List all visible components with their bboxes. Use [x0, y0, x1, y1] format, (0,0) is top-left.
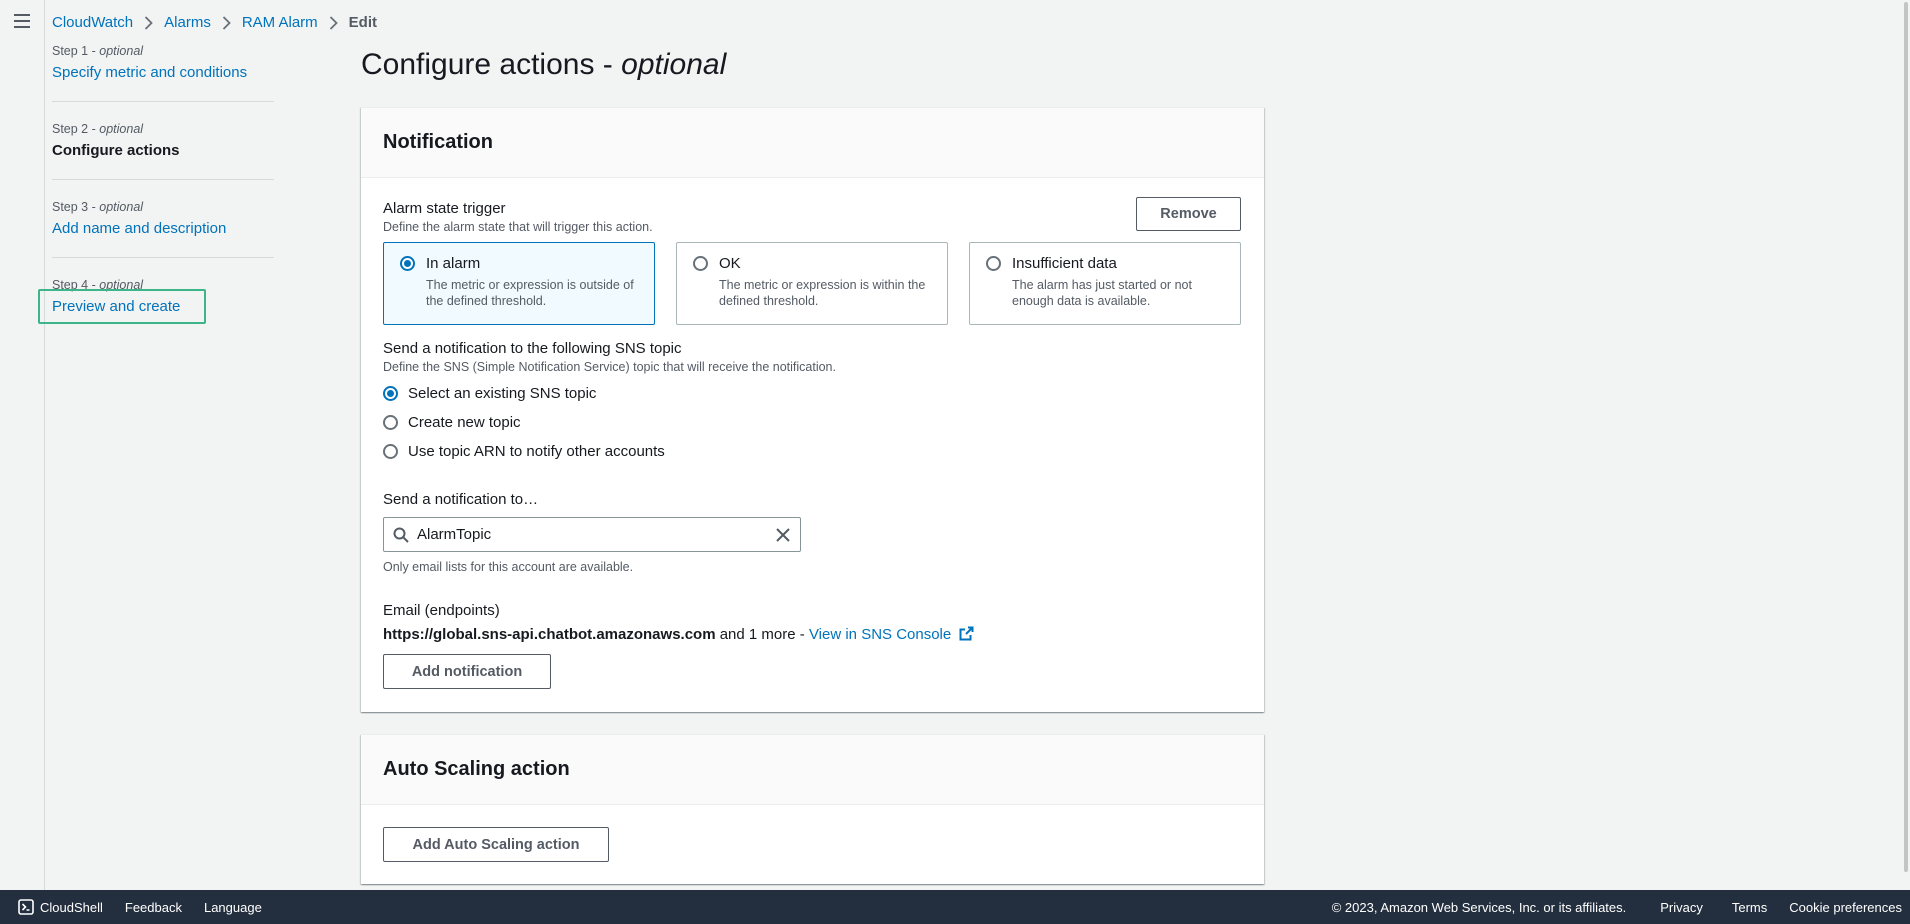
step-link-specify-metric[interactable]: Specify metric and conditions — [52, 64, 247, 81]
clear-icon[interactable] — [776, 527, 790, 542]
tile-insufficient-data[interactable]: Insufficient data The alarm has just sta… — [969, 242, 1241, 325]
sns-heading: Send a notification to the following SNS… — [383, 340, 836, 374]
remove-button[interactable]: Remove — [1136, 197, 1241, 231]
breadcrumb: CloudWatch Alarms RAM Alarm Edit — [52, 14, 377, 31]
breadcrumb-cloudwatch[interactable]: CloudWatch — [52, 14, 133, 31]
cookie-preferences-link[interactable]: Cookie preferences — [1789, 900, 1902, 915]
tile-description: The alarm has just started or not enough… — [1012, 278, 1192, 308]
tile-ok[interactable]: OK The metric or expression is within th… — [676, 242, 948, 325]
sns-option-arn[interactable]: Use topic ARN to notify other accounts — [383, 443, 665, 460]
privacy-link[interactable]: Privacy — [1660, 900, 1703, 915]
copyright: © 2023, Amazon Web Services, Inc. or its… — [1331, 899, 1627, 915]
step-number: Step 1 - optional — [52, 44, 144, 58]
terms-link[interactable]: Terms — [1732, 900, 1767, 915]
radio-icon — [986, 256, 1001, 271]
topic-search-input[interactable] — [417, 526, 776, 543]
search-hint: Only email lists for this account are av… — [383, 560, 634, 574]
search-icon — [393, 527, 409, 543]
page-title: Configure actions - optional — [361, 48, 727, 81]
sns-option-existing[interactable]: Select an existing SNS topic — [383, 385, 596, 402]
step-number: Step 3 - optional — [52, 200, 144, 214]
step-2: Step 2 - optional Configure actions — [52, 122, 274, 180]
add-notification-button[interactable]: Add notification — [383, 654, 551, 689]
wizard-steps: Step 1 - optional Specify metric and con… — [38, 44, 274, 355]
sns-description: Define the SNS (Simple Notification Serv… — [383, 360, 836, 374]
trigger-heading: Alarm state trigger Define the alarm sta… — [383, 200, 653, 234]
step-current-configure-actions: Configure actions — [52, 142, 180, 159]
cloudshell-button[interactable]: CloudShell — [18, 899, 103, 915]
chevron-right-icon — [144, 15, 153, 30]
radio-icon — [400, 256, 415, 271]
tile-title: In alarm — [426, 255, 481, 272]
step-link-preview-create[interactable]: Preview and create — [52, 298, 180, 315]
email-more: and 1 more - — [715, 626, 809, 643]
tile-title: OK — [719, 255, 741, 272]
step-number: Step 2 - optional — [52, 122, 144, 136]
page-scrollbar[interactable] — [1900, 0, 1910, 890]
tile-title: Insufficient data — [1012, 255, 1117, 272]
menu-icon[interactable] — [14, 14, 30, 28]
panel-header: Notification — [361, 108, 1264, 178]
radio-icon — [693, 256, 708, 271]
tile-in-alarm[interactable]: In alarm The metric or expression is out… — [383, 242, 655, 325]
option-label: Create new topic — [408, 414, 521, 431]
trigger-label: Alarm state trigger — [383, 200, 506, 217]
footer-right: © 2023, Amazon Web Services, Inc. or its… — [1332, 900, 1910, 915]
notification-panel: Notification — [361, 107, 1264, 712]
send-to-label: Send a notification to… — [383, 491, 539, 508]
tile-description: The metric or expression is outside of t… — [426, 278, 634, 308]
console-footer: CloudShell Feedback Language © 2023, Ama… — [0, 890, 1910, 924]
external-link-icon — [959, 626, 974, 641]
step-number: Step 4 - optional — [52, 278, 144, 292]
radio-icon — [383, 444, 398, 459]
view-sns-console-link[interactable]: View in SNS Console — [809, 626, 974, 643]
radio-icon — [383, 415, 398, 430]
step-link-add-name[interactable]: Add name and description — [52, 220, 226, 237]
add-autoscaling-button[interactable]: Add Auto Scaling action — [383, 827, 609, 862]
radio-icon — [383, 386, 398, 401]
cloudshell-icon — [18, 899, 34, 915]
email-endpoints: https://global.sns-api.chatbot.amazonaws… — [383, 626, 974, 643]
scrollbar-thumb[interactable] — [1904, 2, 1908, 872]
chevron-right-icon — [329, 15, 338, 30]
step-3: Step 3 - optional Add name and descripti… — [52, 200, 274, 258]
step-4: Step 4 - optional Preview and create — [38, 278, 274, 335]
topic-search-field[interactable] — [383, 517, 801, 552]
email-label: Email (endpoints) — [383, 602, 500, 619]
breadcrumb-ram-alarm[interactable]: RAM Alarm — [242, 14, 318, 31]
feedback-link[interactable]: Feedback — [125, 900, 182, 915]
language-link[interactable]: Language — [204, 900, 262, 915]
trigger-description: Define the alarm state that will trigger… — [383, 220, 653, 234]
option-label: Use topic ARN to notify other accounts — [408, 443, 665, 460]
chevron-right-icon — [222, 15, 231, 30]
step-1: Step 1 - optional Specify metric and con… — [52, 44, 274, 102]
tile-description: The metric or expression is within the d… — [719, 278, 926, 308]
option-label: Select an existing SNS topic — [408, 385, 597, 402]
nav-rail — [0, 0, 45, 890]
panel-header: Auto Scaling action — [361, 735, 1264, 805]
breadcrumb-current: Edit — [348, 14, 378, 31]
email-endpoint: https://global.sns-api.chatbot.amazonaws… — [383, 626, 716, 643]
sns-label: Send a notification to the following SNS… — [383, 340, 682, 357]
sns-option-create[interactable]: Create new topic — [383, 414, 521, 431]
breadcrumb-alarms[interactable]: Alarms — [164, 14, 211, 31]
